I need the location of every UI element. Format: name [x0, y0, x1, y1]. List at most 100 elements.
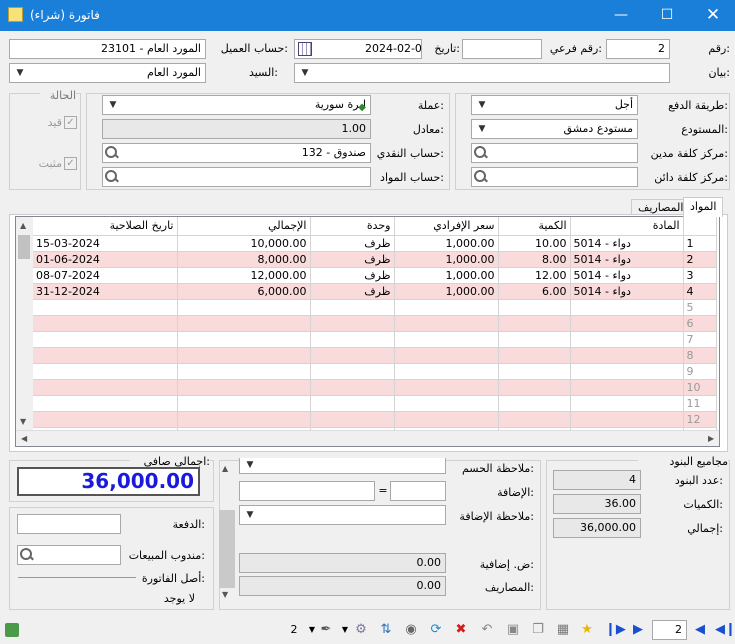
addition-value-field[interactable] — [239, 481, 375, 501]
cell-total[interactable] — [177, 395, 311, 412]
cell-expiry[interactable] — [33, 379, 178, 396]
col-qty[interactable]: الكمية — [498, 217, 571, 236]
horizontal-scrollbar[interactable]: ◀ ▶ — [16, 430, 719, 446]
cell-qty[interactable] — [498, 315, 571, 332]
cell-unit[interactable] — [310, 315, 395, 332]
cell-price[interactable] — [394, 315, 499, 332]
cell-item[interactable] — [570, 395, 684, 412]
chevron-down-icon[interactable]: ▼ — [474, 120, 490, 138]
discount-note-select[interactable]: ▼ — [239, 458, 446, 474]
cell-expiry[interactable] — [33, 299, 178, 316]
binoculars-icon[interactable]: ◉ — [403, 622, 419, 638]
cell-qty[interactable]: 10.00 — [498, 235, 571, 252]
middle-scroll-down-icon[interactable]: ▼ — [222, 590, 228, 599]
table-row[interactable]: 12 — [33, 411, 717, 428]
cell-total[interactable] — [177, 331, 311, 348]
cell-expiry[interactable] — [33, 347, 178, 364]
paste-icon[interactable]: ▣ — [505, 622, 521, 638]
attachment-dropdown-icon[interactable]: ▼ — [304, 622, 320, 638]
cell-price[interactable] — [394, 395, 499, 412]
cell-price[interactable]: 1,000.00 — [394, 235, 499, 252]
scroll-left-icon[interactable]: ◀ — [21, 434, 27, 443]
attachment-icon[interactable]: ✒ — [318, 622, 334, 638]
tab-materials[interactable]: المواد — [683, 197, 724, 217]
record-number-field[interactable]: 2 — [652, 620, 687, 640]
cell-qty[interactable] — [498, 395, 571, 412]
cell-expiry[interactable] — [33, 411, 178, 428]
chevron-down-icon[interactable]: ▼ — [105, 96, 121, 114]
search-icon[interactable] — [105, 146, 119, 160]
cell-price[interactable] — [394, 347, 499, 364]
calendar-icon[interactable] — [298, 42, 312, 56]
mr-field[interactable]: المورد العام ▼ — [9, 63, 206, 83]
table-row[interactable]: 6 — [33, 315, 717, 332]
table-row[interactable]: 11 — [33, 395, 717, 412]
middle-scroll-thumb[interactable] — [219, 510, 235, 588]
save-icon[interactable]: ▦ — [555, 622, 571, 638]
chevron-down-icon[interactable]: ▼ — [242, 506, 258, 524]
cell-price[interactable] — [394, 363, 499, 380]
cell-qty[interactable] — [498, 379, 571, 396]
cell-qty[interactable] — [498, 347, 571, 364]
table-row[interactable]: 10 — [33, 379, 717, 396]
cell-total[interactable]: 8,000.00 — [177, 251, 311, 268]
number-field[interactable]: 2 — [606, 39, 670, 59]
cell-unit[interactable] — [310, 411, 395, 428]
table-row[interactable]: 01-06-2024 8,000.00 ظرف 1,000.00 8.00 5014 - … — [33, 251, 717, 268]
previous-record-icon[interactable]: ▶ — [630, 622, 646, 638]
cell-expiry[interactable] — [33, 331, 178, 348]
delete-icon[interactable]: ✖ — [453, 622, 469, 638]
down-payment-field[interactable] — [17, 514, 121, 534]
currency-select[interactable]: ليرة سورية ◆ ▼ — [102, 95, 371, 115]
table-row[interactable]: 7 — [33, 331, 717, 348]
cell-expiry[interactable]: 01-06-2024 — [33, 251, 178, 268]
col-item[interactable]: المادة — [570, 217, 684, 236]
search-icon[interactable] — [474, 170, 488, 184]
cell-total[interactable]: 10,000.00 — [177, 235, 311, 252]
table-row[interactable]: 8 — [33, 347, 717, 364]
maximize-button[interactable]: ☐ — [644, 0, 690, 31]
middle-scroll-up-icon[interactable]: ▲ — [222, 464, 228, 473]
cell-qty[interactable] — [498, 411, 571, 428]
cell-price[interactable]: 1,000.00 — [394, 283, 499, 300]
cell-qty[interactable]: 12.00 — [498, 267, 571, 284]
cell-price[interactable] — [394, 379, 499, 396]
search-icon[interactable] — [20, 548, 34, 562]
vertical-scrollbar[interactable]: ▲ ▼ — [16, 217, 33, 446]
col-expiry[interactable]: تاريخ الصلاحية — [33, 217, 178, 236]
table-row[interactable]: 5 — [33, 299, 717, 316]
chevron-down-icon[interactable]: ▼ — [12, 64, 28, 82]
cell-unit[interactable] — [310, 331, 395, 348]
cell-total[interactable] — [177, 347, 311, 364]
undo-icon[interactable]: ↶ — [479, 622, 495, 638]
first-record-icon[interactable]: ❙▶ — [605, 622, 626, 638]
col-unit[interactable]: وحدة — [310, 217, 395, 236]
cell-price[interactable] — [394, 331, 499, 348]
scroll-up-icon[interactable]: ▲ — [20, 221, 26, 230]
cell-unit[interactable] — [310, 363, 395, 380]
sales-rep-field[interactable] — [17, 545, 121, 565]
cell-qty[interactable] — [498, 331, 571, 348]
star-icon[interactable]: ★ — [579, 622, 595, 638]
cell-qty[interactable] — [498, 299, 571, 316]
statement-field[interactable]: ▼ — [294, 63, 670, 83]
payment-method-select[interactable]: أجل ▼ — [471, 95, 638, 115]
cell-qty[interactable]: 8.00 — [498, 251, 571, 268]
cell-item[interactable] — [570, 363, 684, 380]
cell-qty[interactable] — [498, 363, 571, 380]
cell-qty[interactable]: 6.00 — [498, 283, 571, 300]
cell-total[interactable] — [177, 379, 311, 396]
credit-cost-center-field[interactable] — [471, 167, 638, 187]
cell-unit[interactable] — [310, 347, 395, 364]
warehouse-select[interactable]: مستودع دمشق ▼ — [471, 119, 638, 139]
cell-price[interactable] — [394, 411, 499, 428]
col-total[interactable]: الإجمالي — [177, 217, 311, 236]
table-row[interactable]: 9 — [33, 363, 717, 380]
cell-item[interactable]: 5014 - دواء — [570, 267, 684, 284]
tools-icon[interactable]: ⚙ — [353, 622, 369, 638]
debit-cost-center-field[interactable] — [471, 143, 638, 163]
cell-expiry[interactable] — [33, 363, 178, 380]
addition-percent-field[interactable] — [390, 481, 446, 501]
cell-unit[interactable] — [310, 379, 395, 396]
close-button[interactable]: ✕ — [690, 0, 735, 31]
